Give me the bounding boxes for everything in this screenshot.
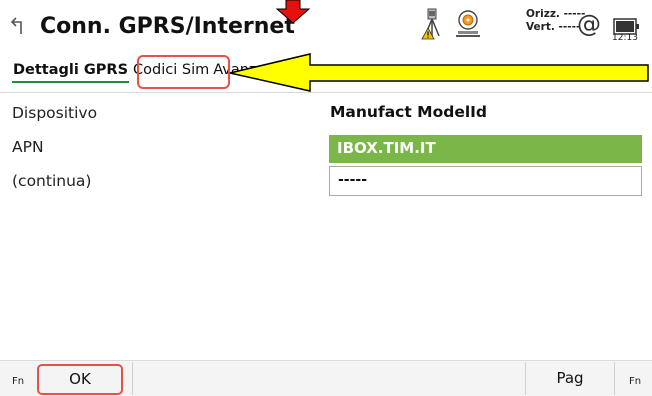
back-icon[interactable]: [8, 14, 30, 36]
fn-left-key[interactable]: Fn: [12, 376, 24, 387]
apn-field[interactable]: IBOX.TIM.IT: [329, 135, 642, 163]
ok-button[interactable]: OK: [37, 364, 123, 395]
vertical-precision-label: Vert.: [526, 21, 555, 33]
highlight-box-codici-sim: [137, 55, 230, 89]
tab-dettagli-gprs[interactable]: Dettagli GPRS: [12, 62, 130, 83]
device-value: Manufact ModelId: [330, 103, 488, 121]
yellow-left-arrow-annotation: [229, 53, 649, 92]
fn-right-key[interactable]: Fn: [629, 376, 641, 387]
clock-time: 12:13: [612, 33, 638, 43]
red-down-arrow-annotation: [275, 0, 311, 24]
softkey-divider: [132, 362, 133, 395]
horizontal-precision-label: Orizz.: [526, 8, 560, 20]
internet-at-icon[interactable]: @: [577, 10, 601, 38]
softkey-divider: [614, 362, 615, 395]
pag-button[interactable]: Pag: [526, 362, 614, 395]
apn-label: APN: [12, 138, 44, 156]
device-label: Dispositivo: [12, 104, 98, 122]
tab-divider: [0, 92, 652, 93]
gnss-receiver-icon[interactable]: [454, 9, 482, 39]
page-title: Conn. GPRS/Internet: [40, 14, 295, 39]
continue-label: (continua): [12, 172, 92, 190]
continue-field[interactable]: -----: [329, 166, 642, 196]
total-station-warning-icon[interactable]: [420, 8, 444, 40]
